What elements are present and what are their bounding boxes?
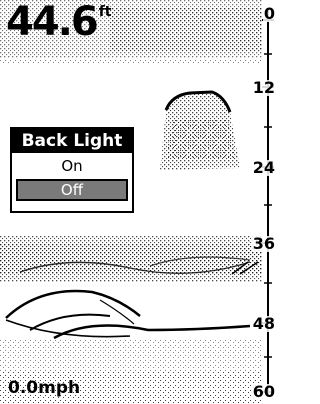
back-light-menu: Back Light On Off xyxy=(10,127,134,213)
depth-scale-label-60: 60 xyxy=(251,382,276,401)
fish-arches xyxy=(5,289,251,340)
depth-scale-label-12: 12 xyxy=(251,78,276,97)
menu-option-off[interactable]: Off xyxy=(16,179,128,201)
bottom-return-band xyxy=(0,236,262,282)
menu-title: Back Light xyxy=(12,129,132,153)
depth-scale-label-0: 0 xyxy=(262,4,276,23)
depth-unit: ft xyxy=(98,4,112,20)
depth-scale-label-24: 24 xyxy=(251,158,276,177)
speed-readout: 0.0mph xyxy=(8,378,81,398)
depth-scale-axis xyxy=(262,10,274,396)
depth-value: 44.6 xyxy=(6,0,99,45)
menu-option-on[interactable]: On xyxy=(16,155,128,177)
sonar-screen: 44.6 ft 0 12 24 36 48 60 0.0mph Back Lig… xyxy=(0,0,284,404)
sonar-return-mound xyxy=(160,90,240,170)
depth-readout: 44.6 ft xyxy=(6,2,112,42)
depth-scale-label-48: 48 xyxy=(251,314,276,333)
depth-scale-label-36: 36 xyxy=(251,234,276,253)
